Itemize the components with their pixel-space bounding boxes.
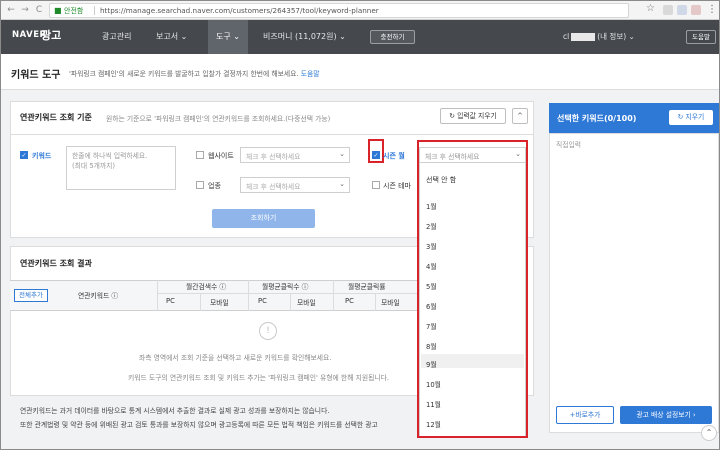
extension-icon[interactable] [663,5,673,15]
divider [10,134,534,135]
industry-checkbox[interactable] [196,181,204,189]
add-all-button[interactable]: 전체추가 [14,289,48,302]
season-theme-label: 시즌 테마 [383,182,411,190]
keyword-checkbox[interactable]: ✓ [20,151,28,159]
website-select[interactable]: 체크 후 선택하세요 ⌄ [240,147,350,163]
help-link[interactable]: 도움말 [301,70,320,78]
url-divider [94,6,95,15]
col-clicks-pc[interactable]: PC [258,297,267,305]
header-divider [157,293,425,294]
lock-icon: ■ [54,6,62,15]
selected-keywords-header: 선택한 키워드(0/100) ↻ 지우기 [549,103,719,133]
reset-icon: ↻ [449,112,455,120]
col-divider [157,280,158,311]
season-month-label: 시즌 월 [383,152,405,160]
season-theme-checkbox[interactable] [372,181,380,189]
search-button[interactable]: 조회하기 [212,209,315,228]
query-section-desc: 원하는 기준으로 '파워링크 캠페인'의 연관키워드를 조회하세요.(다중선택 … [106,115,331,123]
view-ad-settings-button[interactable]: 광고 배상 설정보기 › [620,406,712,424]
help-button[interactable]: 도움말 [686,30,716,44]
industry-select[interactable]: 체크 후 선택하세요 ⌄ [240,177,350,193]
reset-icon: ↻ [677,113,684,121]
col-related-keyword[interactable]: 연관키워드 ⓘ [78,290,118,300]
col-search-pc[interactable]: PC [166,297,175,305]
nav-reports[interactable]: 보고서 ⌄ [156,31,187,42]
direct-input-placeholder: 직접입력 [556,141,582,149]
website-label: 웹사이트 [208,152,234,160]
reset-inputs-button[interactable]: ↻ 입력값 지우기 [440,108,506,124]
col-monthly-search[interactable]: 월간검색수 ⓘ [186,281,226,291]
col-monthly-clicks[interactable]: 월평균클릭수 ⓘ [262,281,308,291]
col-monthly-ctr[interactable]: 월평균클릭률 [348,281,386,291]
industry-label: 업종 [208,182,221,190]
scroll-to-top-icon[interactable]: ⌃ [701,425,717,441]
selected-keywords-input[interactable] [549,133,719,433]
logo-label[interactable]: 광고 [41,27,61,43]
keyword-placeholder-line2: (최대 5개까지) [72,162,116,170]
masked-user-id [571,33,596,41]
forward-icon[interactable]: → [19,4,31,16]
page-header: 키워드 도구 '파워링크 캠페인'의 새로운 키워드를 발굴하고 입찰가 결정까… [1,54,719,90]
clear-selected-button[interactable]: ↻ 지우기 [669,110,713,125]
highlight-box-dropdown [417,140,528,438]
url-text[interactable]: https://manage.searchad.naver.com/custom… [100,6,379,15]
browser-menu-icon[interactable]: ⋮ [707,4,717,15]
empty-message-line2: 키워드 도구의 연관키워드 조회 및 키워드 추가는 '파워링크 캠페인' 유형… [128,374,390,382]
top-navigation: NAVER 광고 광고관리 보고서 ⌄ 도구 ⌄ 비즈머니 (11,072원) … [1,20,719,54]
col-ctr-mobile[interactable]: 모바일 [381,297,400,307]
results-section-title: 연관키워드 조회 결과 [20,259,92,268]
col-clicks-mobile[interactable]: 모바일 [297,297,316,307]
bookmark-star-icon[interactable]: ☆ [646,3,655,14]
my-info-label: (내 정보) ⌄ [597,32,635,41]
nav-bizmoney[interactable]: 비즈머니 (11,072원) ⌄ [263,31,346,42]
secure-label: 안전함 [64,7,84,15]
empty-message-line1: 좌측 영역에서 조회 기준을 선택하고 새로운 키워드를 확인해보세요. [139,354,332,362]
col-ctr-pc[interactable]: PC [345,297,354,305]
info-icon: ! [259,322,277,340]
reset-inputs-label: 입력값 지우기 [457,112,497,120]
charge-button[interactable]: 충전하기 [370,30,415,44]
keyword-label: 키워드 [32,152,52,160]
page-description-text: '파워링크 캠페인'의 새로운 키워드를 발굴하고 입찰가 결정까지 한번에 해… [69,70,299,78]
quick-add-button[interactable]: +바로추가 [556,406,614,424]
chevron-down-icon: ⌄ [339,180,345,188]
website-placeholder: 체크 후 선택하세요 [246,153,301,161]
industry-placeholder: 체크 후 선택하세요 [246,183,301,191]
extension-icon[interactable] [677,5,687,15]
col-divider [248,280,249,311]
collapse-button[interactable]: ^ [512,108,528,124]
selected-keywords-title: 선택한 키워드(0/100) [557,114,637,123]
reload-icon[interactable]: C [33,4,45,16]
keyword-placeholder-line1: 한줄에 하나씩 입력하세요. [72,152,148,160]
user-id: cl [563,32,570,41]
extension-icon[interactable] [691,5,701,15]
col-divider [290,294,291,311]
browser-toolbar: ← → C ■ 안전함 https://manage.searchad.nave… [1,1,719,20]
page-description: '파워링크 캠페인'의 새로운 키워드를 발굴하고 입찰가 결정까지 한번에 해… [69,68,319,78]
chevron-down-icon: ⌄ [339,150,345,158]
disclaimer-line1: 연관키워드는 과거 데이터를 바탕으로 통계 시스템에서 추출한 결과로 실제 … [20,407,330,415]
page-title: 키워드 도구 [11,70,61,81]
disclaimer-line2: 또한 관계법령 및 약관 등에 위배된 광고 검토 통과를 보장하지 않으며 광… [20,421,378,429]
col-divider [375,294,376,311]
col-divider [200,294,201,311]
col-divider [333,280,334,311]
user-account-menu[interactable]: cl (내 정보) ⌄ [563,31,635,42]
website-checkbox[interactable] [196,151,204,159]
keyword-textarea[interactable]: 한줄에 하나씩 입력하세요. (최대 5개까지) [66,146,176,190]
nav-ad-management[interactable]: 광고관리 [102,31,131,42]
back-icon[interactable]: ← [5,4,17,16]
season-month-checkbox[interactable]: ✓ [372,151,380,159]
nav-tools[interactable]: 도구 ⌄ [208,20,248,54]
clear-selected-label: 지우기 [685,113,705,121]
address-bar[interactable]: ■ 안전함 https://manage.searchad.naver.com/… [49,3,629,18]
query-section-title: 연관키워드 조회 기준 [20,113,92,122]
col-search-mobile[interactable]: 모바일 [210,297,229,307]
